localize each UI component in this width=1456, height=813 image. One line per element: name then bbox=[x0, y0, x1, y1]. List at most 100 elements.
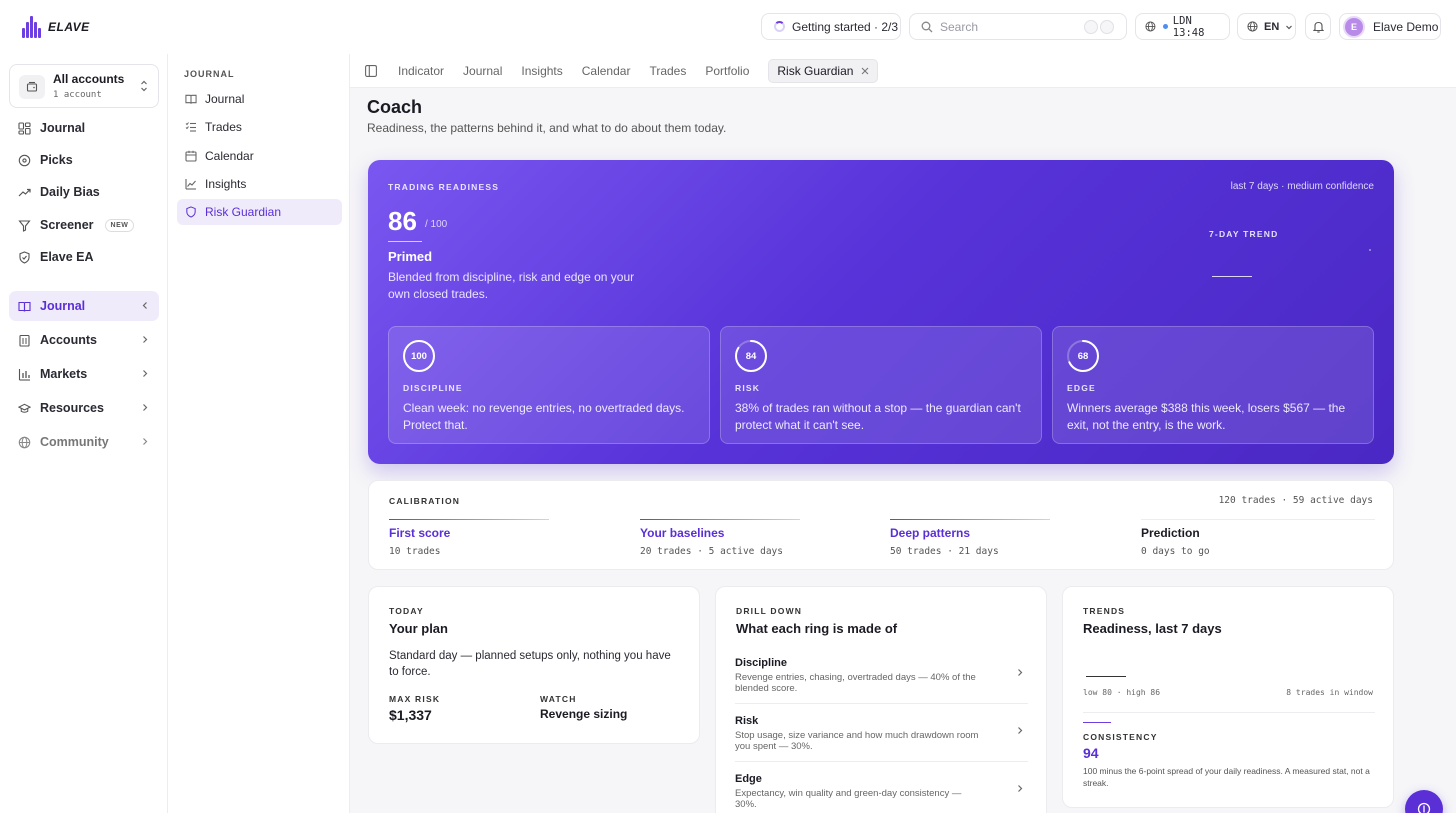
account-title: All accounts bbox=[53, 72, 125, 86]
tab-trades[interactable]: Trades bbox=[649, 64, 686, 78]
calibration-label: CALIBRATION bbox=[389, 496, 461, 506]
sidebar-item-screener[interactable]: Screener NEW bbox=[9, 210, 159, 240]
book-icon bbox=[184, 93, 197, 106]
chevron-down-icon bbox=[1286, 25, 1293, 29]
tab-label: Risk Guardian bbox=[777, 63, 854, 78]
drill-row-name: Edge bbox=[735, 773, 762, 785]
search-box[interactable] bbox=[909, 13, 1127, 40]
watch-value: Revenge sizing bbox=[540, 707, 628, 721]
trend-sparkline bbox=[1086, 676, 1126, 677]
notifications-button[interactable] bbox=[1305, 13, 1331, 40]
toggle-sidebar-icon[interactable] bbox=[365, 64, 377, 77]
readiness-state: Primed bbox=[388, 249, 433, 264]
subnav-item-calendar[interactable]: Calendar bbox=[177, 143, 342, 169]
graduation-icon bbox=[18, 402, 31, 415]
ring-name: DISCIPLINE bbox=[403, 383, 463, 393]
ring-description: Winners average $388 this week, losers $… bbox=[1067, 401, 1346, 432]
shield-icon bbox=[184, 206, 197, 219]
subnav-item-risk-guardian[interactable]: Risk Guardian bbox=[177, 199, 342, 225]
consistency-value: 94 bbox=[1083, 745, 1099, 761]
watch-label: WATCH bbox=[540, 694, 577, 704]
sidebar-group-label: Journal bbox=[40, 299, 86, 313]
subnav-item-trades[interactable]: Trades bbox=[177, 114, 342, 140]
drill-row-name: Discipline bbox=[735, 657, 787, 669]
drill-row-edge[interactable]: Edge Expectancy, win quality and green-d… bbox=[735, 773, 1028, 813]
plan-title: Your plan bbox=[389, 621, 448, 636]
sidebar-item-label: Elave EA bbox=[40, 250, 94, 264]
sidebar-group-markets[interactable]: Markets bbox=[9, 359, 159, 389]
subnav-item-insights[interactable]: Insights bbox=[177, 171, 342, 197]
ring-description: Clean week: no revenge entries, no overt… bbox=[403, 401, 685, 432]
tab-insights[interactable]: Insights bbox=[521, 64, 562, 78]
user-menu-button[interactable]: E Elave Demo bbox=[1339, 13, 1441, 40]
ring-value: 84 bbox=[745, 350, 757, 362]
sidebar-item-picks[interactable]: Picks bbox=[9, 145, 159, 175]
ring-value: 68 bbox=[1077, 350, 1089, 362]
tab-portfolio[interactable]: Portfolio bbox=[705, 64, 749, 78]
shield-check-icon bbox=[18, 250, 31, 264]
ring-name: EDGE bbox=[1067, 383, 1096, 393]
readiness-label: TRADING READINESS bbox=[388, 182, 500, 192]
drill-title: What each ring is made of bbox=[736, 621, 898, 636]
brand-logo[interactable]: ELAVE bbox=[22, 16, 90, 38]
consistency-label: CONSISTENCY bbox=[1083, 732, 1158, 742]
globe-icon bbox=[18, 436, 31, 449]
search-input[interactable] bbox=[940, 19, 1070, 34]
top-bar: ELAVE Getting started · 2/3 LDN 13:48 EN… bbox=[0, 0, 1456, 54]
filter-icon bbox=[18, 219, 31, 232]
assistant-button[interactable] bbox=[1405, 790, 1443, 813]
calibration-step-baselines: Your baselines 20 trades · 5 active days bbox=[640, 519, 878, 557]
calibration-card: CALIBRATION 120 trades · 59 active days … bbox=[368, 480, 1394, 570]
getting-started-button[interactable]: Getting started · 2/3 bbox=[761, 13, 901, 40]
sidebar-item-label: Daily Bias bbox=[40, 185, 100, 199]
bell-icon bbox=[1312, 21, 1324, 33]
brand-name: ELAVE bbox=[48, 20, 90, 34]
readiness-confidence: last 7 days · medium confidence bbox=[1230, 181, 1374, 192]
sidebar-group-journal[interactable]: Journal bbox=[9, 291, 159, 321]
sidebar-item-daily-bias[interactable]: Daily Bias bbox=[9, 177, 159, 207]
chevron-right-icon bbox=[1018, 785, 1023, 792]
list-icon bbox=[184, 121, 197, 134]
sidebar-item-label: Screener bbox=[40, 218, 94, 232]
sidebar-item-journal[interactable]: Journal bbox=[9, 113, 159, 143]
sidebar-group-accounts[interactable]: Accounts bbox=[9, 325, 159, 355]
page-title: Coach bbox=[367, 97, 423, 117]
tab-risk-guardian[interactable]: Risk Guardian bbox=[768, 58, 879, 83]
clock-value: LDN 13:48 bbox=[1172, 14, 1205, 39]
tab-calendar[interactable]: Calendar bbox=[582, 64, 631, 78]
ring-card-discipline[interactable]: 100 DISCIPLINE Clean week: no revenge en… bbox=[388, 326, 710, 444]
trends-card: TRENDS Readiness, last 7 days low 80 · h… bbox=[1062, 586, 1394, 808]
tab-journal[interactable]: Journal bbox=[463, 64, 502, 78]
bar-chart-icon bbox=[18, 368, 31, 381]
sidebar-group-resources[interactable]: Resources bbox=[9, 393, 159, 423]
step-sub: 0 days to go bbox=[1141, 546, 1210, 557]
plan-card: TODAY Your plan Standard day — planned s… bbox=[368, 586, 700, 744]
max-risk-label: MAX RISK bbox=[389, 694, 441, 704]
wallet-icon bbox=[19, 75, 45, 99]
readiness-description: Blended from discipline, risk and edge o… bbox=[388, 270, 635, 301]
tab-indicator[interactable]: Indicator bbox=[398, 64, 444, 78]
subnav-item-label: Trades bbox=[205, 120, 242, 134]
drill-row-discipline[interactable]: Discipline Revenge entries, chasing, ove… bbox=[735, 657, 1028, 704]
sidebar-item-elave-ea[interactable]: Elave EA bbox=[9, 242, 159, 272]
ring-card-risk[interactable]: 84 RISK 38% of trades ran without a stop… bbox=[720, 326, 1042, 444]
drill-down-card: DRILL DOWN What each ring is made of Dis… bbox=[715, 586, 1047, 813]
subnav-item-label: Journal bbox=[205, 92, 245, 106]
sidebar-item-label: Journal bbox=[40, 121, 86, 135]
progress-spinner-icon bbox=[774, 21, 785, 32]
ring-value: 100 bbox=[411, 350, 427, 362]
subnav-item-journal[interactable]: Journal bbox=[177, 86, 342, 112]
account-switcher[interactable]: All accounts 1 account bbox=[9, 64, 159, 108]
shortcut-key-icon bbox=[1100, 19, 1114, 34]
journal-subnav: JOURNAL Journal Trades Calendar Insights… bbox=[168, 54, 350, 813]
plan-label: TODAY bbox=[389, 606, 424, 616]
assistant-icon bbox=[1417, 802, 1431, 813]
clock-button[interactable]: LDN 13:48 bbox=[1135, 13, 1230, 40]
sidebar-group-community[interactable]: Community bbox=[9, 427, 159, 457]
close-icon[interactable] bbox=[861, 67, 869, 75]
drill-row-risk[interactable]: Risk Stop usage, size variance and how m… bbox=[735, 715, 1028, 762]
sidebar-group-label: Markets bbox=[40, 367, 88, 381]
account-subtitle: 1 account bbox=[53, 90, 102, 100]
language-select[interactable]: EN bbox=[1237, 13, 1296, 40]
ring-card-edge[interactable]: 68 EDGE Winners average $388 this week, … bbox=[1052, 326, 1374, 444]
